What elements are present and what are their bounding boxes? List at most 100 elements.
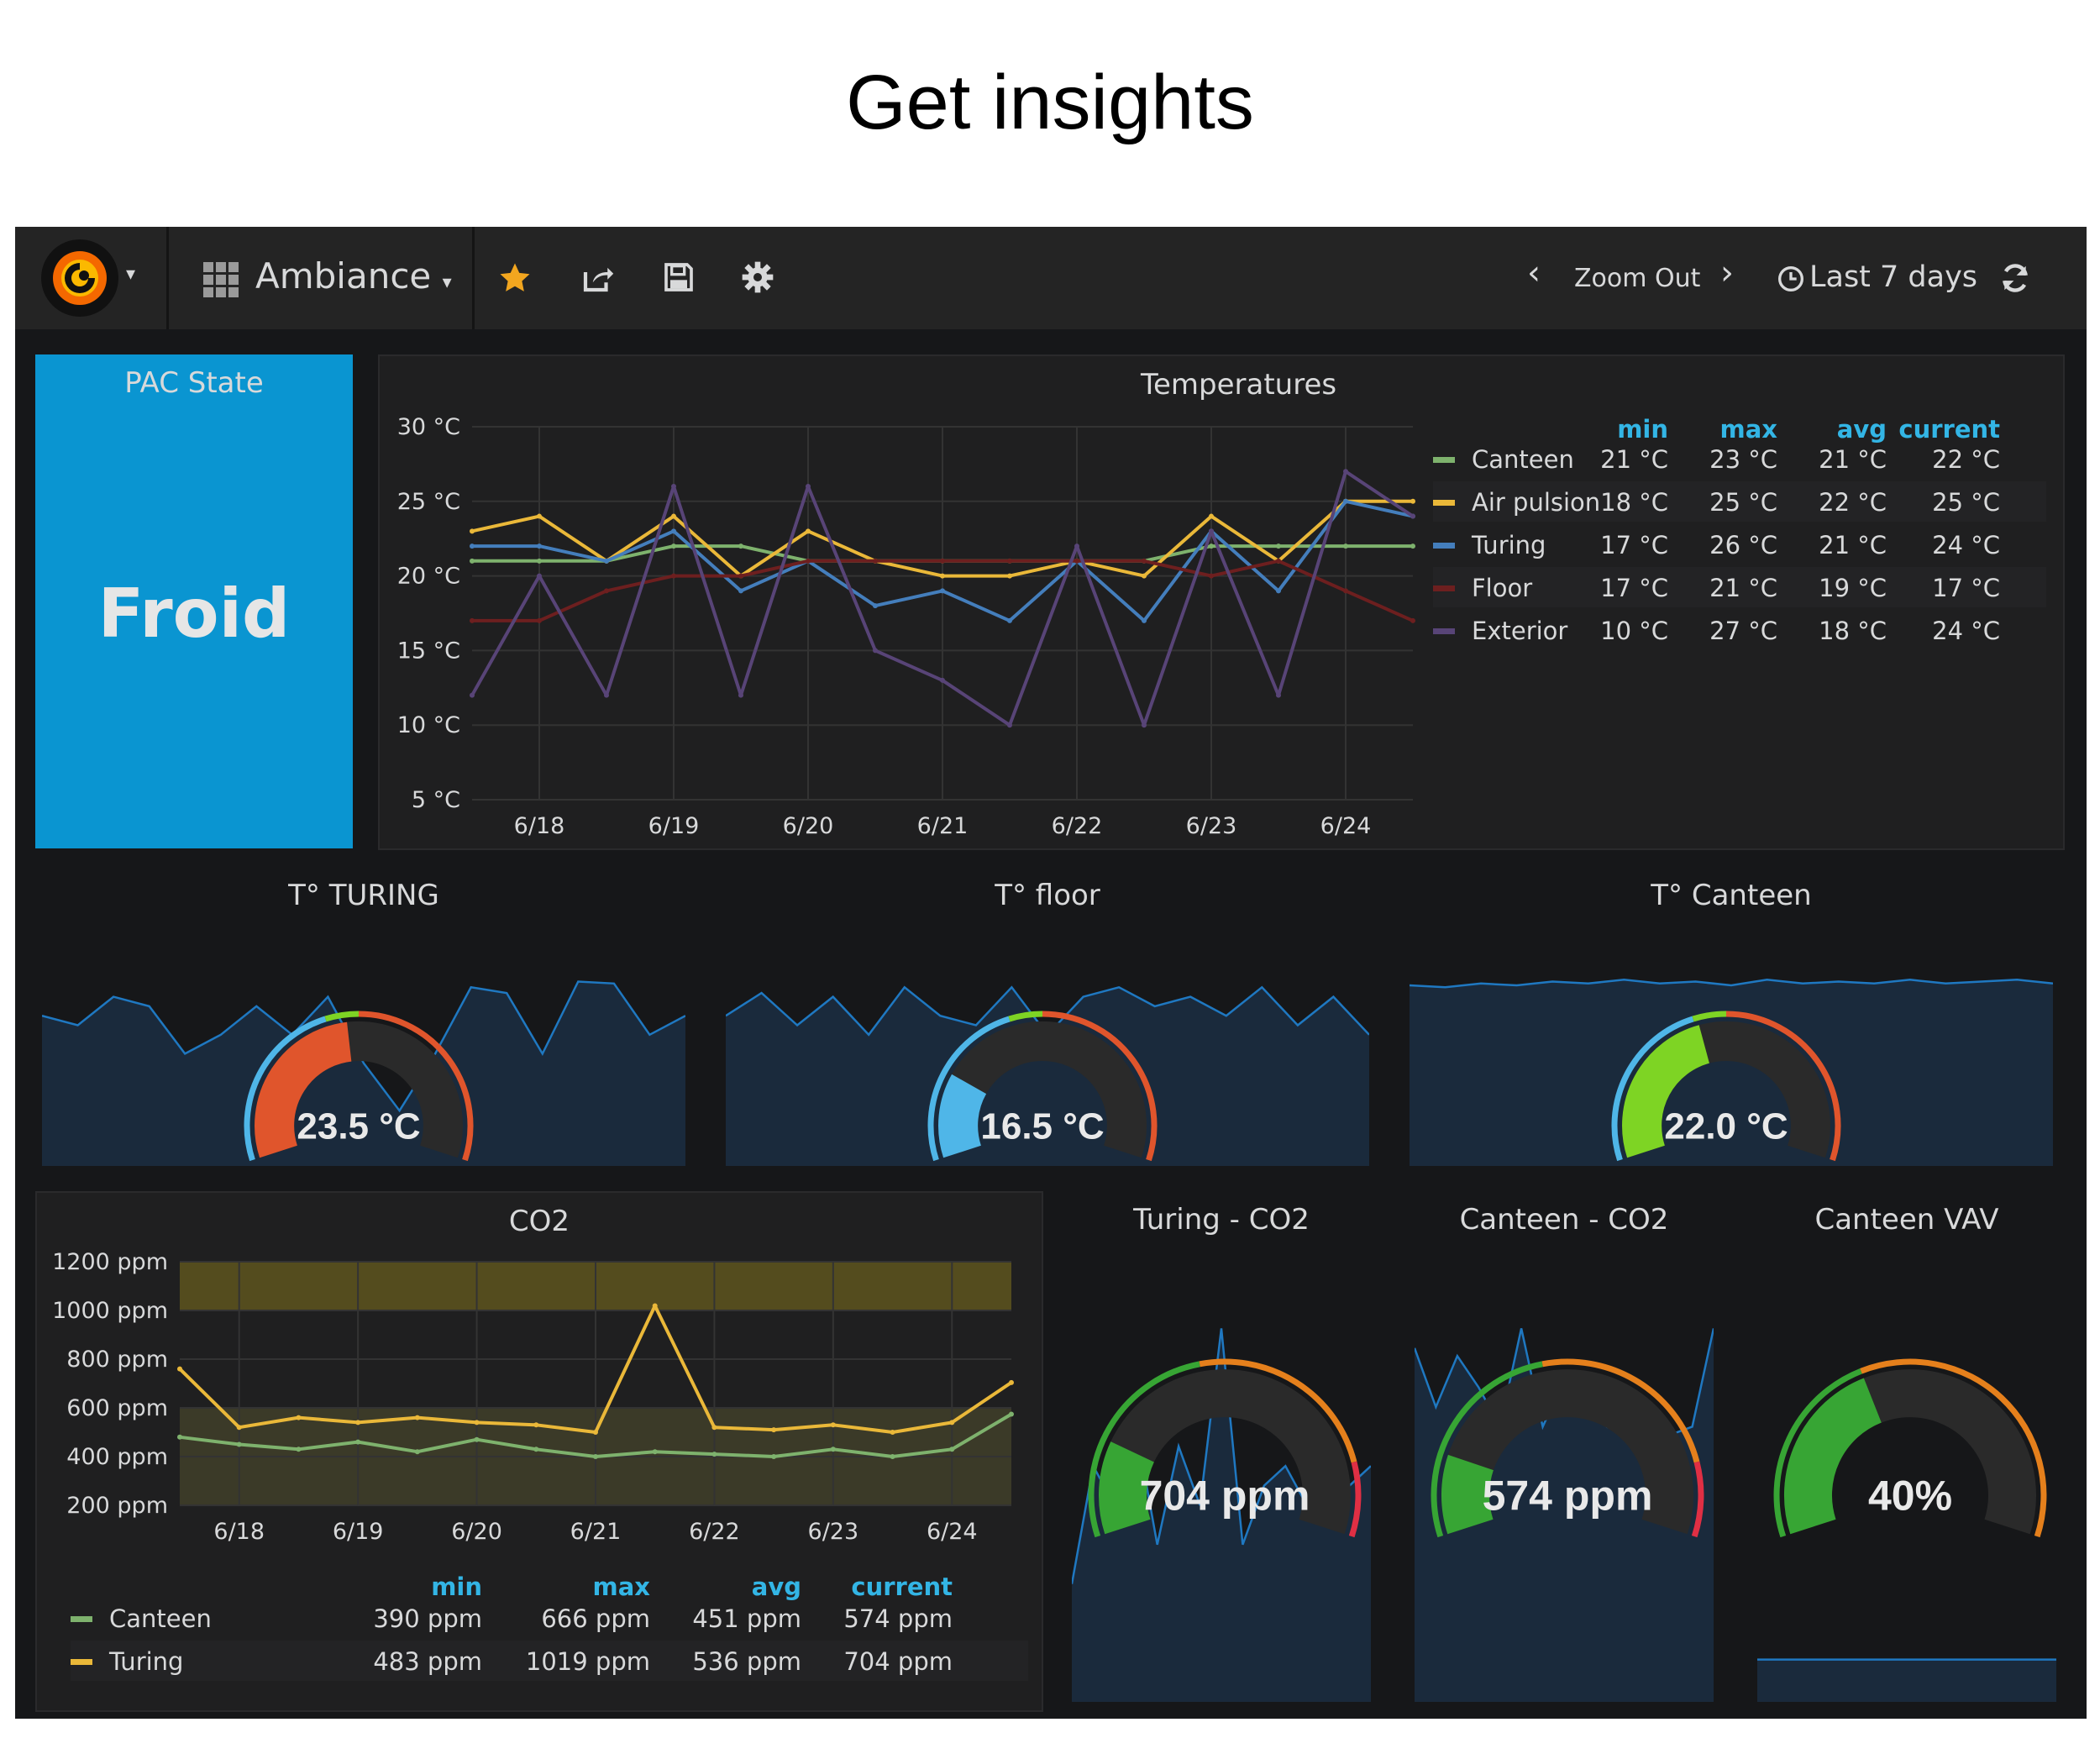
gear-icon[interactable] — [741, 260, 774, 297]
gauge-chart: 574 ppm — [1415, 1328, 1714, 1702]
gauge-chart: 40% — [1757, 1358, 2056, 1702]
data-point — [604, 558, 609, 564]
dashboard-picker[interactable]: Ambiance ▾ — [255, 255, 452, 297]
data-point — [1142, 573, 1147, 579]
panel-title: Canteen - CO2 — [1459, 1203, 1669, 1237]
data-point — [1007, 573, 1012, 579]
legend-value-min: 17 °C — [1600, 574, 1668, 602]
legend-value-current: 22 °C — [1932, 445, 2000, 474]
legend-row[interactable]: Turing 17 °C 26 °C 21 °C 24 °C — [1433, 524, 2046, 564]
data-point — [1209, 513, 1214, 519]
data-point — [949, 1420, 955, 1426]
data-point — [1074, 543, 1079, 549]
co2-legend: min max avg current Canteen 390 ppm 666 pp… — [71, 1573, 1028, 1707]
gauge-panel-2[interactable]: T° Canteen 22.0 °C — [1410, 864, 2053, 1166]
x-tick-label: 6/21 — [570, 1519, 622, 1545]
temperatures-panel[interactable]: Temperatures 30 °C 25 °C 20 °C 15 °C 10 °C 5 … — [378, 354, 2065, 850]
y-tick-label: 30 °C — [397, 414, 460, 440]
series-name: Turing — [109, 1647, 184, 1676]
save-icon[interactable] — [662, 260, 696, 297]
series-name: Canteen — [109, 1604, 212, 1633]
data-point — [533, 1447, 539, 1452]
legend-value-current: 24 °C — [1932, 617, 2000, 645]
panel-title: PAC State — [124, 366, 264, 400]
co2-gauge-panel-2[interactable]: Canteen VAV 40% — [1757, 1191, 2056, 1712]
data-point — [671, 528, 676, 534]
legend-value-min: 10 °C — [1600, 617, 1668, 645]
legend-row[interactable]: Air pulsion 18 °C 25 °C 22 °C 25 °C — [1433, 481, 2046, 522]
data-point — [1276, 588, 1281, 594]
co2-gauge-panel-1[interactable]: Canteen - CO2 574 ppm — [1415, 1191, 1714, 1712]
data-point — [604, 692, 609, 698]
legend-value-max: 666 ppm — [541, 1604, 650, 1633]
data-point — [806, 528, 811, 534]
co2-gauge-panel-0[interactable]: Turing - CO2 704 ppm — [1072, 1191, 1371, 1712]
legend-value-min: 18 °C — [1600, 488, 1668, 517]
co2-panel[interactable]: CO2 1200 ppm 1000 ppm 800 ppm 600 ppm 400 pp… — [35, 1191, 1043, 1712]
legend-header-min: min — [431, 1573, 482, 1601]
legend-value-min: 17 °C — [1600, 531, 1668, 559]
y-tick-label: 1000 ppm — [52, 1298, 168, 1324]
legend-row[interactable]: Exterior 10 °C 27 °C 18 °C 24 °C — [1433, 610, 2046, 650]
data-point — [1142, 722, 1147, 728]
y-tick-label: 20 °C — [397, 564, 460, 590]
data-point — [1343, 498, 1348, 504]
data-point — [940, 677, 945, 683]
share-icon[interactable] — [580, 260, 615, 299]
series-name: Turing — [1472, 531, 1546, 559]
data-point — [1410, 617, 1415, 623]
chevron-down-icon: ▾ — [442, 272, 452, 293]
legend-value-avg: 21 °C — [1819, 445, 1887, 474]
time-forward-icon[interactable]: › — [1720, 254, 1734, 292]
data-point — [1007, 617, 1012, 623]
legend-header-avg: avg — [751, 1573, 801, 1601]
panel-title: Canteen VAV — [1814, 1203, 1999, 1237]
zoom-out-button[interactable]: Zoom Out — [1574, 264, 1700, 293]
data-point — [671, 543, 676, 549]
data-point — [537, 617, 542, 623]
legend-value-max: 25 °C — [1709, 488, 1777, 517]
y-tick-label: 10 °C — [397, 712, 460, 738]
legend-row[interactable]: Canteen 21 °C 23 °C 21 °C 22 °C — [1433, 438, 2046, 479]
grafana-logo-icon[interactable] — [40, 239, 119, 321]
legend-value-max: 1019 ppm — [525, 1647, 650, 1676]
legend-row[interactable]: Canteen 390 ppm 666 ppm 451 ppm 574 ppm — [71, 1598, 1028, 1638]
data-point — [890, 1454, 895, 1459]
x-tick-label: 6/19 — [648, 813, 700, 839]
data-point — [1142, 558, 1147, 564]
pac-state-panel[interactable]: PAC State Froid — [35, 354, 353, 848]
series-swatch — [1433, 543, 1455, 549]
gauge-panel-1[interactable]: T° floor 16.5 °C — [726, 864, 1369, 1166]
data-point — [470, 692, 475, 698]
x-tick-label: 6/20 — [783, 813, 834, 839]
data-point — [873, 648, 878, 654]
logo-caret-icon[interactable]: ▾ — [126, 264, 135, 285]
series-name: Floor — [1472, 574, 1533, 602]
x-tick-label: 6/22 — [689, 1519, 740, 1545]
data-point — [474, 1420, 480, 1426]
gauge-fill — [1441, 1454, 1494, 1535]
x-tick-label: 6/21 — [917, 813, 969, 839]
legend-value-current: 704 ppm — [843, 1647, 953, 1676]
gauge-chart: 16.5 °C — [726, 985, 1369, 1166]
page-heading: Get insights — [846, 60, 1254, 145]
data-point — [1276, 543, 1281, 549]
legend-row[interactable]: Floor 17 °C 21 °C 19 °C 17 °C — [1433, 567, 2046, 607]
data-point — [671, 573, 676, 579]
refresh-icon[interactable] — [1999, 262, 2031, 297]
data-point — [873, 603, 878, 609]
time-back-icon[interactable]: ‹ — [1527, 254, 1541, 292]
star-icon[interactable] — [497, 260, 533, 299]
data-point — [604, 588, 609, 594]
time-range-picker[interactable]: Last 7 days — [1809, 260, 1977, 294]
panel-title: Turing - CO2 — [1133, 1203, 1310, 1237]
data-point — [738, 692, 743, 698]
legend-value-avg: 21 °C — [1819, 531, 1887, 559]
x-tick-label: 6/18 — [514, 813, 565, 839]
data-point — [355, 1439, 361, 1445]
gauge-panel-0[interactable]: T° TURING 23.5 °C — [42, 864, 685, 1166]
legend-row[interactable]: Turing 483 ppm 1019 ppm 536 ppm 704 ppm — [71, 1641, 1028, 1681]
data-point — [236, 1441, 242, 1447]
data-point — [671, 484, 676, 490]
data-point — [940, 558, 945, 564]
